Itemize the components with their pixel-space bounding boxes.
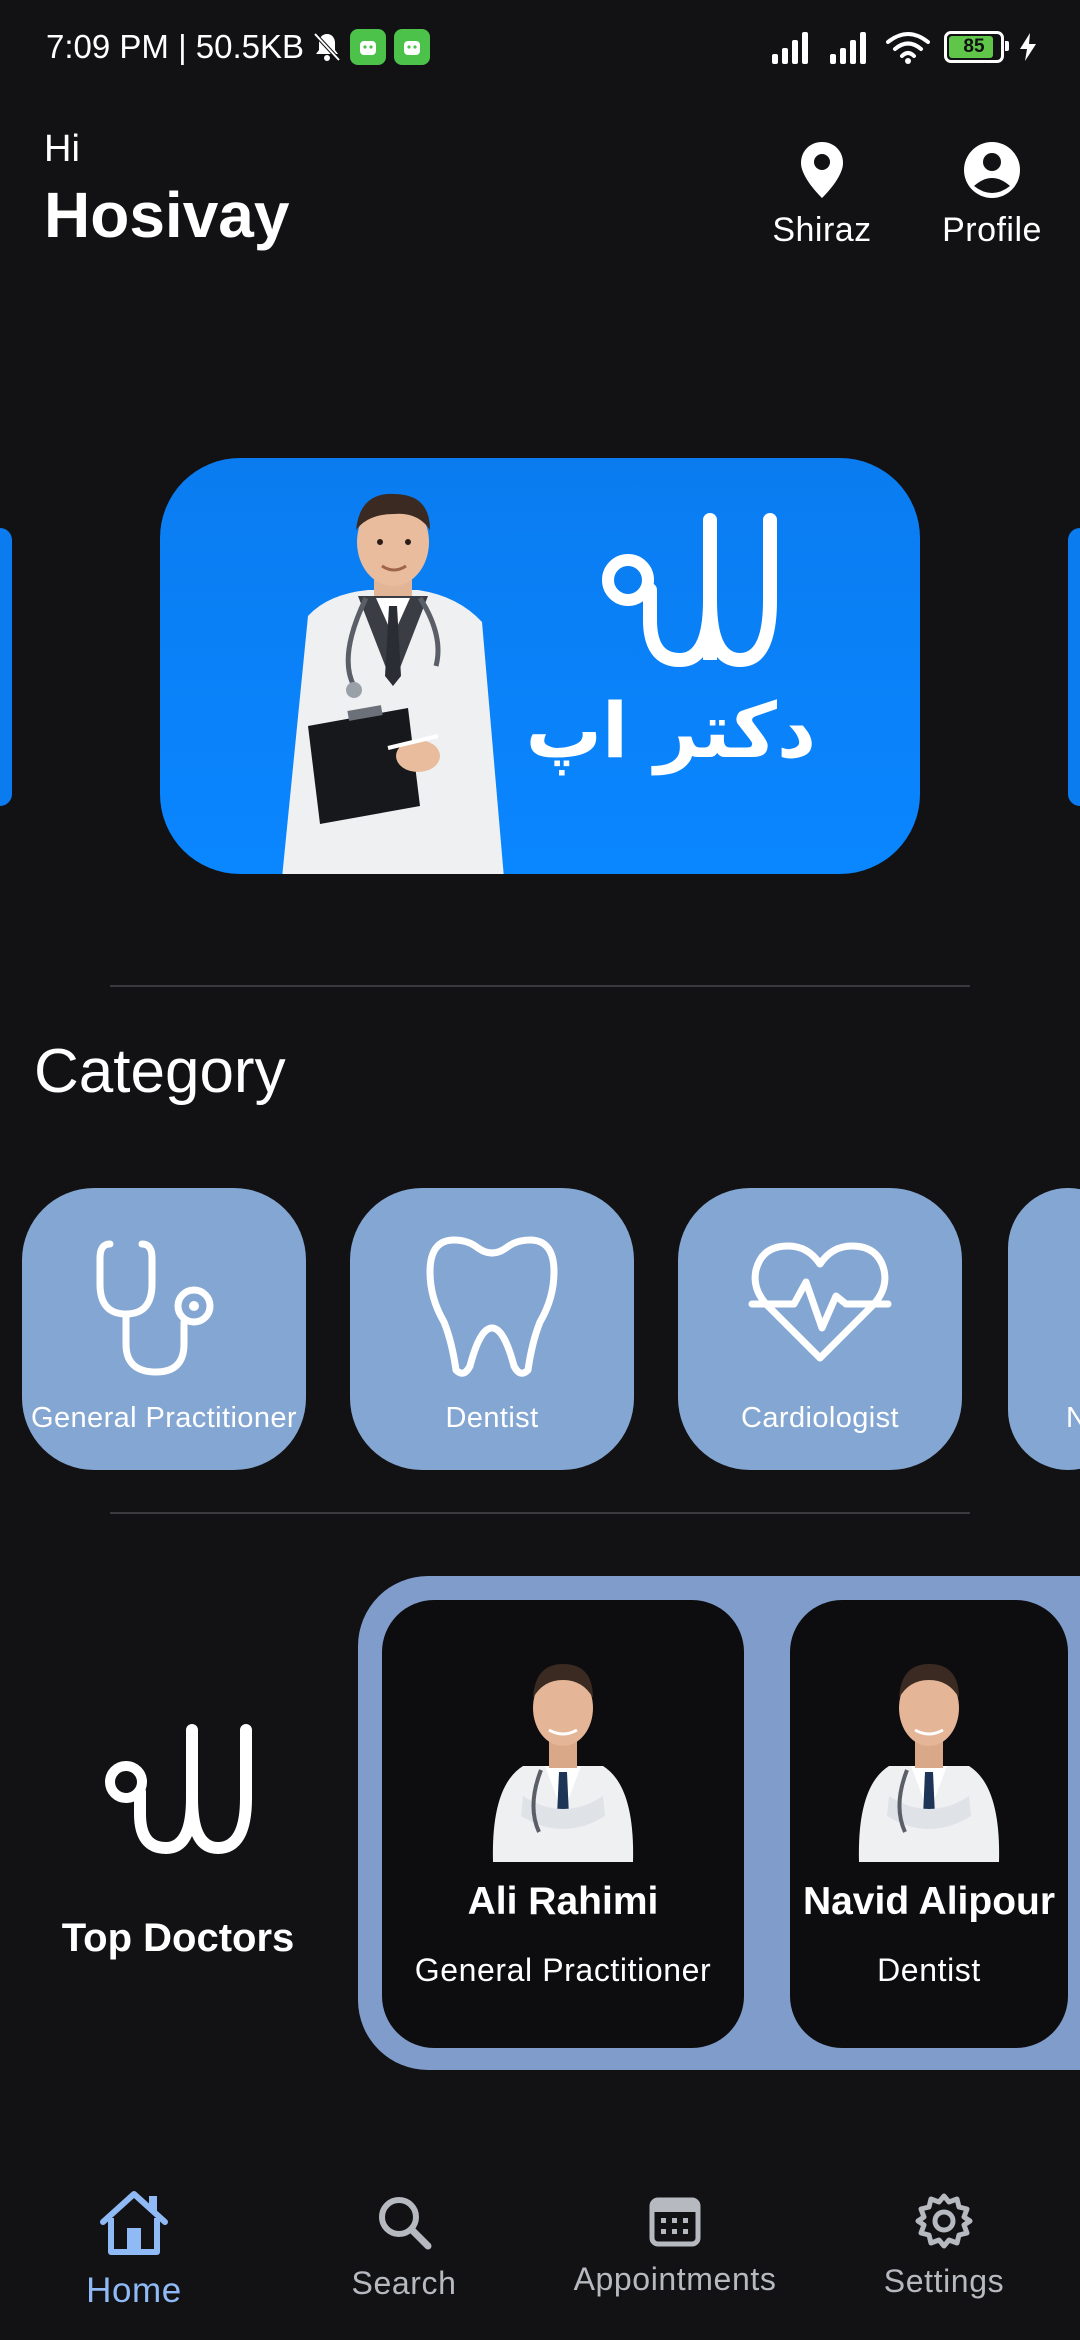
nav-label: Settings [883, 2263, 1005, 2299]
category-next-partial[interactable]: N [1008, 1188, 1080, 1470]
battery-level: 85 [963, 36, 985, 57]
stethoscope-icon [96, 1240, 214, 1376]
gear-icon [915, 2193, 973, 2249]
home-icon [100, 2191, 168, 2255]
wifi-icon [886, 32, 930, 64]
charging-icon [1020, 33, 1036, 61]
category-label: Dentist [445, 1402, 539, 1434]
promo-banner[interactable]: دکتر اپ [160, 458, 920, 874]
tooth-icon [426, 1236, 558, 1377]
account-circle-icon [964, 142, 1020, 198]
doctor-specialty: General Practitioner [414, 1952, 712, 1988]
section-divider [110, 1512, 970, 1514]
nav-appointments[interactable]: Appointments [560, 2192, 790, 2298]
app-notification-icon [394, 29, 431, 65]
calendar-icon [649, 2197, 701, 2247]
doctor-illustration [282, 493, 504, 874]
category-general-practitioner[interactable]: General Practitioner [22, 1188, 306, 1470]
doctor-name: Ali Rahimi [467, 1880, 659, 1923]
banner-app-name: دکتر اپ [525, 686, 816, 775]
app-notification-icon [350, 29, 387, 65]
status-bar-left: 7:09 PM | 50.5KB [46, 28, 431, 66]
profile-button[interactable]: Profile [922, 140, 1062, 250]
section-divider [110, 985, 970, 987]
search-icon [379, 2197, 432, 2250]
signal-icon [772, 32, 808, 64]
battery-indicator: 85 [944, 31, 1009, 63]
greeting-text: Hi [44, 128, 80, 170]
profile-label: Profile [942, 211, 1042, 249]
heart-pulse-icon [748, 1242, 892, 1362]
doctor-specialty: Dentist [877, 1952, 981, 1988]
stethoscope-logo-icon [105, 1724, 252, 1855]
previous-banner-peek[interactable] [0, 528, 12, 806]
doctor-name: Navid Alipour [802, 1880, 1056, 1923]
muted-bell-icon [313, 32, 341, 62]
nav-search[interactable]: Search [334, 2192, 474, 2302]
location-pin-icon [801, 142, 843, 198]
location-label: Shiraz [772, 211, 872, 249]
signal-icon [830, 32, 866, 64]
user-name: Hosivay [44, 179, 290, 251]
category-title: Category [34, 1037, 286, 1106]
nav-label: Search [351, 2265, 457, 2301]
nav-label: Home [86, 2271, 182, 2310]
nav-label: Appointments [573, 2261, 777, 2297]
doctor-avatar [858, 1664, 1000, 1862]
top-doctors-title: Top Doctors [61, 1916, 295, 1960]
category-label: General Practitioner [31, 1402, 297, 1434]
location-button[interactable]: Shiraz [752, 140, 892, 250]
category-label: N [1066, 1402, 1080, 1434]
nav-settings[interactable]: Settings [874, 2192, 1014, 2300]
stethoscope-logo-icon [602, 513, 777, 668]
doctor-avatar [492, 1664, 634, 1862]
doctor-card-navid-alipour[interactable]: Navid Alipour Dentist [790, 1600, 1068, 2048]
nav-home[interactable]: Home [64, 2188, 204, 2311]
category-dentist[interactable]: Dentist [350, 1188, 634, 1470]
category-cardiologist[interactable]: Cardiologist [678, 1188, 962, 1470]
status-bar-right: 85 [770, 30, 1038, 64]
status-time: 7:09 PM | 50.5KB [46, 28, 305, 65]
next-banner-peek[interactable] [1068, 528, 1080, 806]
doctor-card-ali-rahimi[interactable]: Ali Rahimi General Practitioner [382, 1600, 744, 2048]
category-label: Cardiologist [741, 1402, 899, 1434]
